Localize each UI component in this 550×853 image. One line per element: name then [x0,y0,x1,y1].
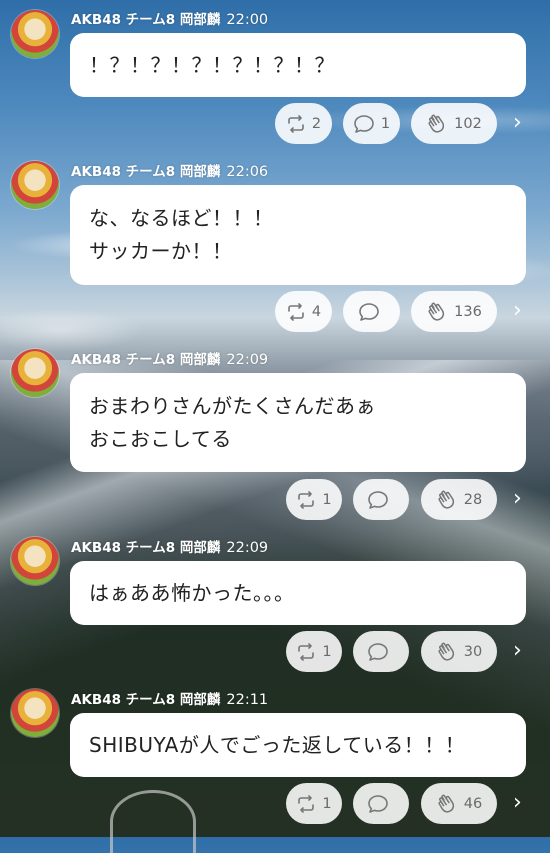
clap-icon [428,302,445,321]
clap-count: 28 [463,491,483,508]
retweet-button[interactable]: 4 [275,291,332,332]
clap-icon [438,490,454,509]
avatar[interactable] [11,10,59,58]
post-header: AKB48 チーム8 岡部麟 22:06 [71,160,268,180]
post-time: 22:09 [226,352,269,368]
retweet-count: 1 [322,795,332,812]
author-name: AKB48 チーム8 岡部麟 [71,540,221,556]
post-header: AKB48 チーム8 岡部麟 22:09 [71,536,268,556]
author-name: AKB48 チーム8 岡部麟 [71,352,221,368]
post-header: AKB48 チーム8 岡部麟 22:11 [71,688,268,708]
retweet-button[interactable]: 1 [286,631,342,672]
message-bubble[interactable]: おまわりさんがたくさんだあぁ おこおこしてる [70,373,526,472]
comment-count: 1 [380,115,391,132]
retweet-icon [288,302,304,321]
comment-icon [368,642,388,661]
message-text: おまわりさんがたくさんだあぁ [89,393,376,418]
chevron-right-icon[interactable]: › [513,488,522,510]
comment-icon [358,302,379,321]
retweet-icon [298,642,315,661]
clap-button[interactable]: 30 [421,631,497,672]
retweet-button[interactable]: 1 [286,783,342,824]
retweet-count: 1 [322,643,332,660]
comment-button[interactable] [353,479,409,520]
post-time: 22:11 [226,692,269,708]
retweet-icon [298,490,315,509]
message-text: サッカーか！！ [89,239,233,263]
message-bubble[interactable]: ！？！？！？！？！？！？ [70,33,526,97]
author-name: AKB48 チーム8 岡部麟 [71,164,221,180]
chevron-right-icon[interactable]: › [513,640,522,662]
avatar[interactable] [11,689,59,737]
clap-button[interactable]: 102 [411,103,497,144]
avatar[interactable] [11,349,59,397]
retweet-count: 4 [311,303,322,320]
message-text: はぁああ怖かった。。。 [89,580,295,605]
clap-icon [438,794,454,813]
post-header: AKB48 チーム8 岡部麟 22:00 [71,8,268,28]
retweet-icon [288,114,304,133]
retweet-count: 1 [322,491,332,508]
message-text: おこおこしてる [89,426,232,451]
clap-count: 136 [454,303,482,320]
retweet-count: 2 [311,115,322,132]
comment-icon [368,490,388,509]
message-text: な、なるほど！！！ [89,206,274,230]
chevron-right-icon[interactable]: › [513,792,522,814]
clap-count: 30 [463,643,483,660]
retweet-button[interactable]: 1 [286,479,342,520]
comment-button[interactable]: 1 [343,103,400,144]
message-bubble[interactable]: はぁああ怖かった。。。 [70,561,526,625]
comment-button[interactable] [353,783,409,824]
post-time: 22:09 [226,540,269,556]
clap-count: 46 [463,795,483,812]
chevron-right-icon[interactable]: › [513,300,522,322]
message-text: SHIBUYAが人でごった返している！！！ [89,732,466,757]
retweet-icon [298,794,315,813]
background-road [110,790,196,853]
comment-icon [368,794,388,813]
clap-button[interactable]: 136 [411,291,497,332]
comment-icon [354,114,374,133]
comment-button[interactable] [343,291,400,332]
author-name: AKB48 チーム8 岡部麟 [71,692,221,708]
post-time: 22:06 [226,164,269,180]
chevron-right-icon[interactable]: › [513,112,522,134]
post-time: 22:00 [226,12,269,28]
message-bubble[interactable]: SHIBUYAが人でごった返している！！！ [70,713,526,777]
message-bubble[interactable]: な、なるほど！！！ サッカーか！！ [70,185,526,285]
clap-icon [438,642,454,661]
clap-button[interactable]: 46 [421,783,497,824]
retweet-button[interactable]: 2 [275,103,332,144]
author-name: AKB48 チーム8 岡部麟 [71,12,221,28]
avatar[interactable] [11,161,59,209]
post-header: AKB48 チーム8 岡部麟 22:09 [71,348,268,368]
avatar[interactable] [11,537,59,585]
clap-icon [428,114,445,133]
comment-button[interactable] [353,631,409,672]
message-text: ！？！？！？！？！？！？ [89,52,335,77]
clap-count: 102 [454,115,482,132]
clap-button[interactable]: 28 [421,479,497,520]
